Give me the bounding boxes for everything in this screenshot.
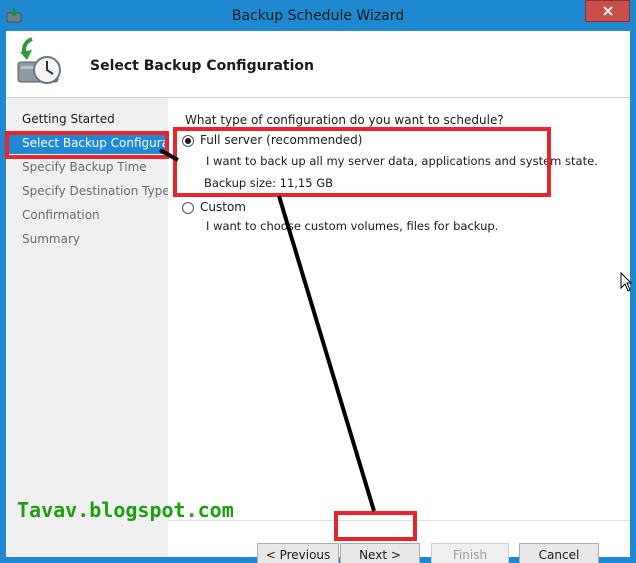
title-bar[interactable]: Backup Schedule Wizard — [0, 0, 636, 32]
close-icon — [602, 6, 613, 16]
wizard-header: Select Backup Configuration — [6, 31, 630, 97]
backup-size-text: Backup size: 11,15 GB — [204, 176, 334, 190]
next-button[interactable]: Next > — [340, 543, 420, 563]
custom-radio[interactable] — [182, 202, 194, 214]
footer-divider — [168, 520, 630, 521]
full-server-description: I want to back up all my server data, ap… — [206, 154, 598, 168]
custom-description: I want to choose custom volumes, files f… — [206, 219, 499, 233]
close-button[interactable] — [585, 0, 630, 22]
nav-step-select-backup-configuration[interactable]: Select Backup Configurat... — [6, 132, 168, 154]
backup-clock-icon — [17, 37, 61, 84]
nav-step-getting-started[interactable]: Getting Started — [6, 108, 168, 130]
full-server-label[interactable]: Full server (recommended) — [200, 133, 362, 147]
page-title: Select Backup Configuration — [90, 58, 314, 74]
cancel-button[interactable]: Cancel — [519, 543, 599, 563]
mouse-cursor-icon — [620, 272, 632, 292]
watermark: Tavav.blogspot.com — [17, 498, 234, 522]
wizard-client-area: Select Backup Configuration Getting Star… — [6, 31, 630, 563]
full-server-radio[interactable] — [182, 135, 194, 147]
configuration-question: What type of configuration do you want t… — [185, 113, 504, 127]
wizard-step-nav: Getting Started Select Backup Configurat… — [6, 98, 168, 557]
window-title: Backup Schedule Wizard — [231, 8, 405, 24]
nav-step-specify-backup-time: Specify Backup Time — [22, 160, 147, 174]
nav-step-specify-destination-type: Specify Destination Type — [22, 184, 168, 198]
wizard-content: What type of configuration do you want t… — [168, 98, 630, 563]
finish-button: Finish — [431, 543, 509, 563]
wizard-window: Backup Schedule Wizard Select Backup Con… — [0, 0, 636, 563]
nav-step-confirmation: Confirmation — [22, 208, 100, 222]
previous-button[interactable]: < Previous — [257, 543, 339, 563]
nav-step-summary: Summary — [22, 232, 80, 246]
custom-label[interactable]: Custom — [200, 200, 246, 214]
window-right-border — [630, 31, 636, 557]
